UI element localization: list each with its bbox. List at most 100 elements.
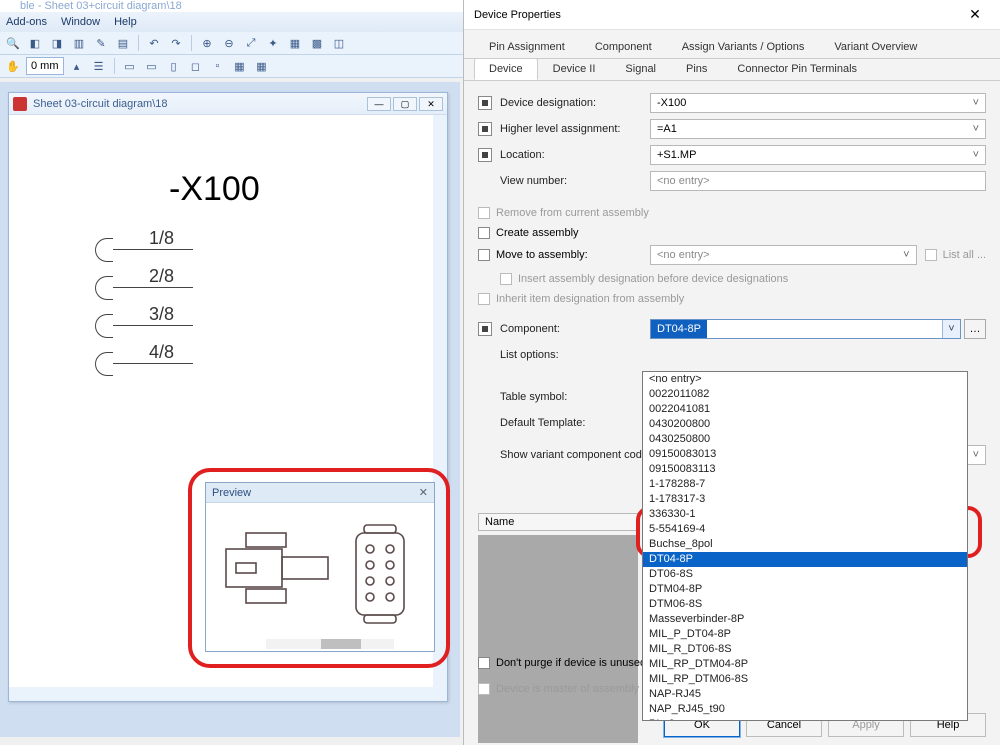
dropdown-option[interactable]: PL_8 [643,717,967,721]
browse-button[interactable]: … [964,319,986,339]
cursor-icon[interactable]: ✋ [4,57,22,75]
dropdown-option[interactable]: 09150083013 [643,447,967,462]
tool-icon[interactable]: ◫ [330,34,348,52]
device-designation-field[interactable]: -X100˅ [650,93,986,113]
minimize-icon[interactable]: — [367,97,391,111]
dont-purge-checkbox[interactable]: Don't purge if device is unused [478,653,646,673]
redo-icon[interactable]: ↷ [167,34,185,52]
grid-icon[interactable]: ▦ [253,57,271,75]
tool-icon[interactable]: ☰ [90,57,108,75]
close-icon[interactable]: ✕ [419,97,443,111]
dropdown-option[interactable]: 5-554169-4 [643,522,967,537]
tab-assign-variants[interactable]: Assign Variants / Options [667,36,820,58]
dropdown-option[interactable]: MIL_RP_DTM06-8S [643,672,967,687]
dropdown-option[interactable]: DTM04-8P [643,582,967,597]
options-button[interactable] [478,96,492,110]
sheet-icon [13,97,27,111]
zoom-out-icon[interactable]: ⊖ [220,34,238,52]
align-icon[interactable]: ◻ [187,57,205,75]
dropdown-option[interactable]: MIL_R_DT06-8S [643,642,967,657]
tool-icon[interactable]: ▤ [114,34,132,52]
close-icon[interactable]: ✕ [960,6,990,23]
dropdown-option[interactable]: DT06-8S [643,567,967,582]
spin-up-icon[interactable]: ▴ [68,57,86,75]
menu-addons[interactable]: Add-ons [6,16,47,28]
dropdown-option[interactable]: Buchse_8pol [643,537,967,552]
tab-variant-overview[interactable]: Variant Overview [819,36,932,58]
align-icon[interactable]: ▯ [165,57,183,75]
tab-device2[interactable]: Device II [538,58,611,80]
dropdown-option[interactable]: 336330-1 [643,507,967,522]
dropdown-option[interactable]: 0022011082 [643,387,967,402]
component-dropdown[interactable]: <no entry>002201108200220410810430200800… [642,371,968,721]
tool-icon[interactable]: ◨ [48,34,66,52]
menu-help[interactable]: Help [114,16,137,28]
location-field[interactable]: +S1.MP˅ [650,145,986,165]
tab-component[interactable]: Component [580,36,667,58]
create-assembly-checkbox[interactable]: Create assembly [478,223,986,243]
tool-icon[interactable]: ▦ [286,34,304,52]
move-assembly-field[interactable]: <no entry>˅ [650,245,917,265]
zoom-fit-icon[interactable]: ⤢ [242,34,260,52]
tab-signal[interactable]: Signal [610,58,671,80]
tab-pin-assignment[interactable]: Pin Assignment [474,36,580,58]
tool-icon[interactable]: ✎ [92,34,110,52]
align-icon[interactable]: ▫ [209,57,227,75]
sheet-titlebar[interactable]: Sheet 03-circuit diagram\18 — ▢ ✕ [9,93,447,115]
dialog-titlebar[interactable]: Device Properties ✕ [464,0,1000,30]
dropdown-option[interactable]: MIL_P_DT04-8P [643,627,967,642]
inherit-item-checkbox: Inherit item designation from assembly [478,289,986,309]
pin-row: 1/8 [95,235,193,265]
offset-field[interactable]: 0 mm [26,57,64,75]
tab-device[interactable]: Device [474,58,538,80]
undo-icon[interactable]: ↶ [145,34,163,52]
dropdown-option[interactable]: Masseverbinder-8P [643,612,967,627]
move-to-assembly-checkbox[interactable]: Move to assembly: [478,245,650,265]
chevron-down-icon[interactable]: ˅ [973,149,979,161]
tool-icon[interactable]: ✦ [264,34,282,52]
higher-level-field[interactable]: =A1˅ [650,119,986,139]
align-icon[interactable]: ▭ [121,57,139,75]
maximize-icon[interactable]: ▢ [393,97,417,111]
chevron-down-icon[interactable]: ˅ [973,97,979,109]
chevron-down-icon[interactable]: ˅ [903,249,909,261]
separator [191,35,192,51]
options-button[interactable] [478,148,492,162]
grid-icon[interactable]: ▦ [231,57,249,75]
dropdown-option[interactable]: 1-178288-7 [643,477,967,492]
dropdown-option[interactable]: 1-178317-3 [643,492,967,507]
dropdown-option[interactable]: DT04-8P [643,552,967,567]
dropdown-option[interactable]: MIL_RP_DTM04-8P [643,657,967,672]
close-icon[interactable]: ✕ [419,486,428,499]
align-icon[interactable]: ▭ [143,57,161,75]
chevron-down-icon[interactable]: ˅ [973,123,979,135]
dropdown-option[interactable]: <no entry> [643,372,967,387]
tool-lookup-icon[interactable]: 🔍 [4,34,22,52]
options-button[interactable] [478,122,492,136]
tab-pins[interactable]: Pins [671,58,722,80]
name-list-area[interactable] [478,535,638,743]
tool-icon[interactable]: ◧ [26,34,44,52]
dropdown-option[interactable]: 0430200800 [643,417,967,432]
name-column-header[interactable]: Name [478,513,638,531]
tool-icon[interactable]: ▥ [70,34,88,52]
chevron-down-icon[interactable]: ˅ [973,449,979,461]
dropdown-option[interactable]: DTM06-8S [643,597,967,612]
dropdown-option[interactable]: 0430250800 [643,432,967,447]
options-button[interactable] [478,322,492,336]
dropdown-option[interactable]: NAP_RJ45_t90 [643,702,967,717]
tool-icon[interactable]: ▩ [308,34,326,52]
dropdown-option[interactable]: NAP-RJ45 [643,687,967,702]
menu-window[interactable]: Window [61,16,100,28]
dropdown-option[interactable]: 09150083113 [643,462,967,477]
dropdown-option[interactable]: 0022041081 [643,402,967,417]
view-number-field[interactable]: <no entry> [650,171,986,191]
component-combobox[interactable]: DT04-8P ˅ [650,319,961,339]
preview-scrollbar[interactable] [266,639,394,649]
zoom-in-icon[interactable]: ⊕ [198,34,216,52]
label: Show variant component code [500,449,648,461]
chevron-down-icon[interactable]: ˅ [942,320,960,338]
preview-titlebar[interactable]: Preview ✕ [206,483,434,503]
label: Component: [500,323,650,335]
tab-connector-pin-terminals[interactable]: Connector Pin Terminals [722,58,872,80]
